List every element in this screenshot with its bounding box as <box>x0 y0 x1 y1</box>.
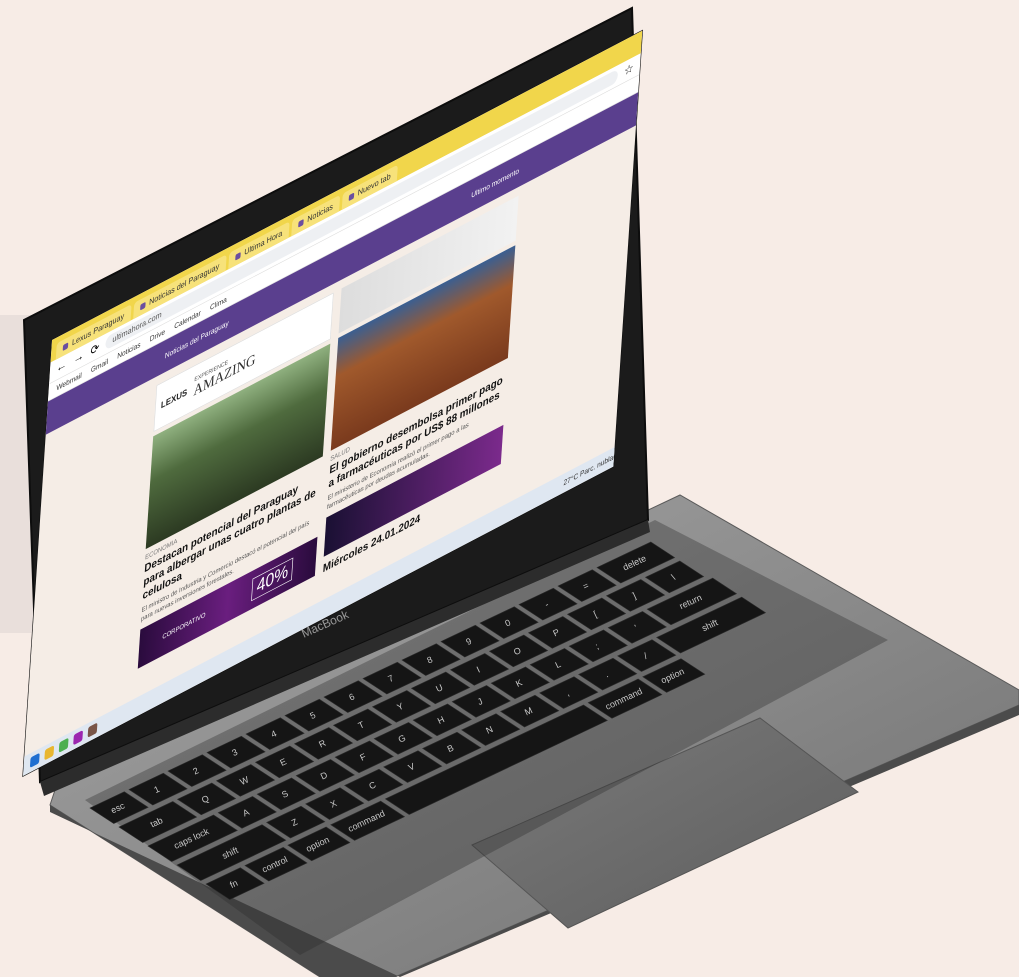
folder-icon[interactable] <box>44 745 55 761</box>
star-icon[interactable]: ☆ <box>624 60 634 80</box>
start-icon[interactable] <box>29 752 40 769</box>
favicon-icon <box>297 219 304 228</box>
favicon-icon <box>62 342 69 352</box>
chrome-icon[interactable] <box>58 737 69 753</box>
forward-icon[interactable]: → <box>73 348 84 367</box>
favicon-icon <box>139 301 146 311</box>
promo-label: CORPORATIVO <box>162 610 206 641</box>
back-icon[interactable]: ← <box>56 357 67 376</box>
app-icon[interactable] <box>87 722 98 738</box>
lexus-logo: LEXUS <box>160 386 188 411</box>
favicon-icon <box>234 252 241 261</box>
app-icon[interactable] <box>73 730 84 746</box>
promo-percent: 40% <box>251 557 294 602</box>
favicon-icon <box>348 192 355 202</box>
reload-icon[interactable]: ⟳ <box>90 340 100 360</box>
